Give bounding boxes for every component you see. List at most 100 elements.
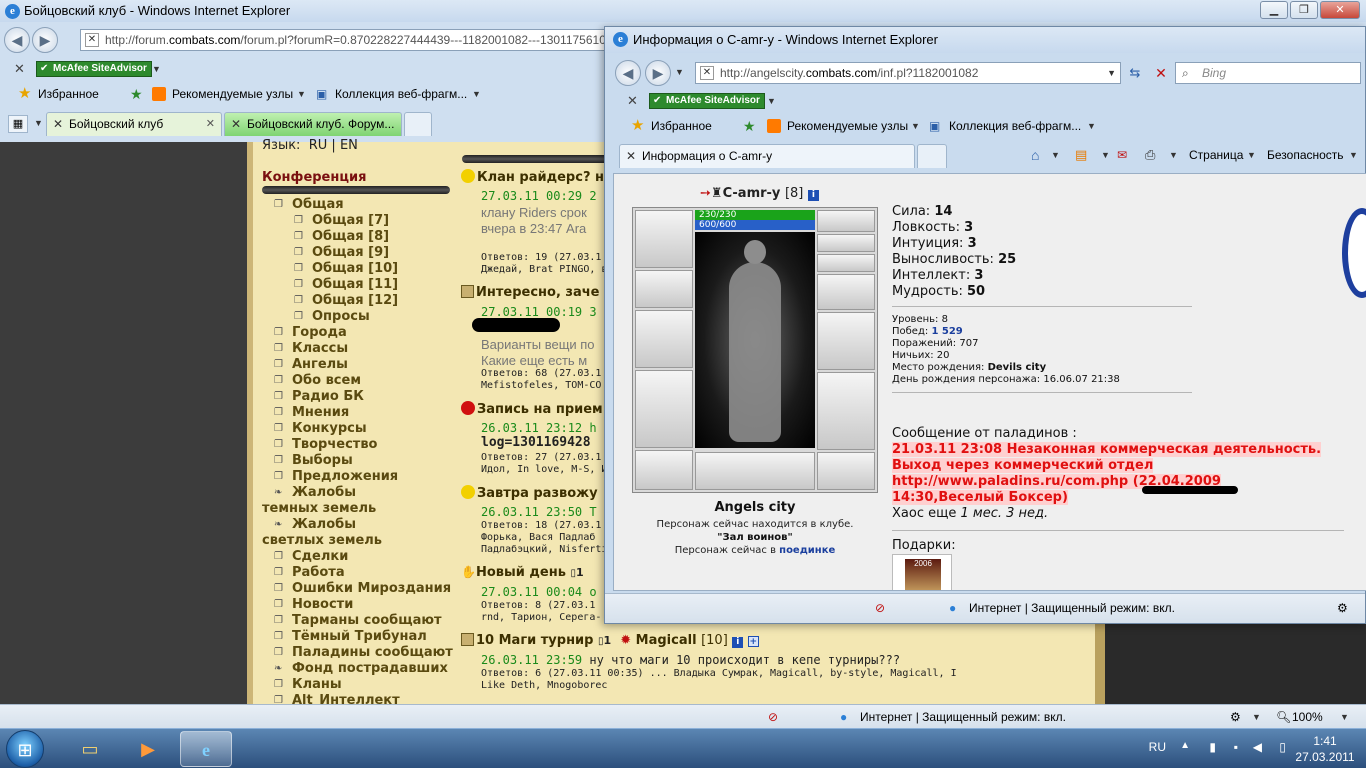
popup-blocked-icon[interactable]: ⊘ — [875, 594, 885, 622]
zoom-dropdown-icon[interactable]: ▼ — [1340, 705, 1349, 729]
forum-section-item[interactable]: ❐ Обо всем — [262, 373, 462, 389]
mcafee-dropdown-icon[interactable]: ▼ — [767, 89, 776, 113]
mcafee-dropdown-icon[interactable]: ▼ — [152, 57, 161, 81]
search-input[interactable]: ⌕ Bing — [1175, 62, 1361, 84]
zoom-level[interactable]: 100% — [1292, 705, 1323, 729]
tray-expand-icon[interactable]: ▲ — [1180, 740, 1190, 751]
address-dropdown-icon[interactable]: ▼ — [1107, 63, 1116, 83]
boots-slot[interactable] — [817, 452, 875, 490]
back-button[interactable]: ◀ — [615, 60, 641, 86]
forum-section-item[interactable]: ❐ Ангелы — [262, 357, 462, 373]
close-button[interactable]: ✕ — [1320, 1, 1360, 19]
page-menu[interactable]: Страница — [1189, 143, 1243, 167]
forum-section-item[interactable]: ❐ Общая [10] — [262, 261, 462, 277]
forum-section-item[interactable]: ❐ Города — [262, 325, 462, 341]
amulet-slot[interactable] — [817, 234, 875, 252]
forward-button[interactable]: ▶ — [32, 27, 58, 53]
topic-title[interactable]: Запись на прием — [461, 401, 603, 417]
topic-author[interactable]: Magicall — [636, 633, 697, 648]
forum-section-item[interactable]: темных земель — [262, 501, 462, 517]
feeds-dropdown-icon[interactable]: ▼ — [1101, 143, 1110, 167]
language-indicator[interactable]: RU — [1149, 740, 1166, 754]
close-tab-icon[interactable]: ✕ — [206, 113, 215, 135]
forum-section-item[interactable]: ❐ Выборы — [262, 453, 462, 469]
recommended-sites-link[interactable]: Рекомендуемые узлы — [172, 82, 293, 106]
add-favorite-icon[interactable]: ★ — [743, 114, 756, 138]
forum-section-item[interactable]: ❐ Сделки — [262, 549, 462, 565]
rings-slot[interactable] — [817, 254, 875, 272]
back-button[interactable]: ◀ — [4, 27, 30, 53]
close-addon-bar-icon[interactable]: ✕ — [14, 57, 25, 81]
maximize-button[interactable]: ❐ — [1290, 1, 1318, 19]
language-en-link[interactable]: EN — [340, 138, 358, 153]
forum-section-item[interactable]: ❐ Ошибки Мироздания — [262, 581, 462, 597]
mail-icon[interactable]: ✉ — [1117, 143, 1127, 167]
forum-section-item[interactable]: ❐ Работа — [262, 565, 462, 581]
gift-item[interactable]: 2006 — [892, 554, 952, 590]
shield-slot[interactable] — [817, 312, 875, 370]
home-dropdown-icon[interactable]: ▼ — [1051, 143, 1060, 167]
mcafee-button[interactable]: McAfee SiteAdvisor — [36, 61, 152, 77]
volume-icon[interactable]: ◀ — [1253, 740, 1262, 754]
forum-section-item[interactable]: ❐ Общая [8] — [262, 229, 462, 245]
protected-mode-dropdown-icon[interactable]: ▼ — [1252, 705, 1261, 729]
forum-section-item[interactable]: ❐ Тарманы сообщают — [262, 613, 462, 629]
minimize-button[interactable]: ▁ — [1260, 1, 1288, 19]
signal-icon[interactable]: ▪ — [1234, 740, 1238, 754]
gallery-dropdown-icon[interactable]: ▼ — [472, 82, 481, 106]
forum-section-item[interactable]: ❧ Жалобы — [262, 517, 462, 533]
gloves-slot[interactable] — [817, 274, 875, 310]
security-menu[interactable]: Безопасность — [1267, 143, 1344, 167]
topic-title[interactable]: Интересно, заче — [461, 285, 600, 300]
forum-section-item[interactable]: ❐ Тёмный Трибунал — [262, 629, 462, 645]
home-icon[interactable]: ⌂ — [1031, 143, 1039, 167]
battle-link[interactable]: поединке — [779, 545, 835, 556]
protected-mode-icon[interactable]: ⚙ — [1230, 705, 1241, 729]
clock[interactable]: 1:41 27.03.2011 — [1290, 733, 1360, 765]
topic-title[interactable]: 10 Маги турнир ▯1 ✹ Magicall [10] i + — [461, 633, 759, 648]
forum-section-item[interactable]: ❐ Общая [11] — [262, 277, 462, 293]
favorites-button[interactable]: Избранное — [651, 114, 712, 138]
character-info-icon[interactable]: i — [807, 190, 819, 201]
earrings-slot[interactable] — [817, 210, 875, 232]
page-menu-dropdown-icon[interactable]: ▼ — [1247, 143, 1256, 167]
helmet-slot[interactable] — [635, 210, 693, 268]
new-tab-button[interactable] — [404, 112, 432, 136]
history-dropdown-icon[interactable]: ▼ — [675, 67, 684, 77]
recommended-sites-link[interactable]: Рекомендуемые узлы — [787, 114, 908, 138]
language-ru-link[interactable]: RU — [309, 138, 328, 153]
forum-section-item[interactable]: ❐ Творчество — [262, 437, 462, 453]
topic-title[interactable]: Клан райдерс? не — [461, 169, 613, 185]
add-favorite-icon[interactable]: ★ — [130, 82, 143, 106]
forum-section-item[interactable]: ❐ Новости — [262, 597, 462, 613]
security-menu-dropdown-icon[interactable]: ▼ — [1349, 143, 1358, 167]
internet-explorer-taskbar-icon[interactable]: e — [180, 731, 232, 767]
protected-mode-icon[interactable]: ⚙ — [1337, 594, 1348, 622]
gallery-dropdown-icon[interactable]: ▼ — [1087, 114, 1096, 138]
quick-tabs-icon[interactable]: ▦ — [8, 115, 28, 133]
print-dropdown-icon[interactable]: ▼ — [1169, 143, 1178, 167]
refresh-icon[interactable]: ⇆ — [1125, 65, 1145, 83]
bracers-slot[interactable] — [635, 270, 693, 308]
topic-pages[interactable]: 1 — [576, 566, 584, 579]
forum-section-item[interactable]: ❐ Классы — [262, 341, 462, 357]
forum-section-item[interactable]: ❐ Общая [7] — [262, 213, 462, 229]
forum-section-item[interactable]: светлых земель — [262, 533, 462, 549]
new-tab-button[interactable] — [917, 144, 947, 168]
media-player-taskbar-icon[interactable]: ▶ — [122, 731, 174, 767]
topic-pages[interactable]: 1 — [604, 634, 612, 647]
forum-section-item[interactable]: ❧ Фонд пострадавших — [262, 661, 462, 677]
recommended-dropdown-icon[interactable]: ▼ — [911, 114, 920, 138]
tab-character-info[interactable]: ✕ Информация о C-amr-y — [619, 144, 915, 168]
leggings-slot[interactable] — [817, 372, 875, 450]
print-icon[interactable]: ⎙ — [1145, 143, 1155, 167]
webslice-gallery-link[interactable]: Коллекция веб-фрагм... — [335, 82, 467, 106]
tab-fight-club[interactable]: ✕ Бойцовский клуб ✕ — [46, 112, 222, 136]
forum-section-item[interactable]: ❐ Кланы — [262, 677, 462, 693]
topic-title[interactable]: ✋Новый день ▯1 — [461, 565, 584, 580]
battery-icon[interactable]: ▯ — [1279, 740, 1286, 754]
forum-section-item[interactable]: ❐ Предложения — [262, 469, 462, 485]
start-button[interactable]: ⊞ — [6, 730, 44, 768]
topic-title[interactable]: Завтра развожу — [461, 485, 598, 501]
forum-section-item[interactable]: ❐ Общая [9] — [262, 245, 462, 261]
